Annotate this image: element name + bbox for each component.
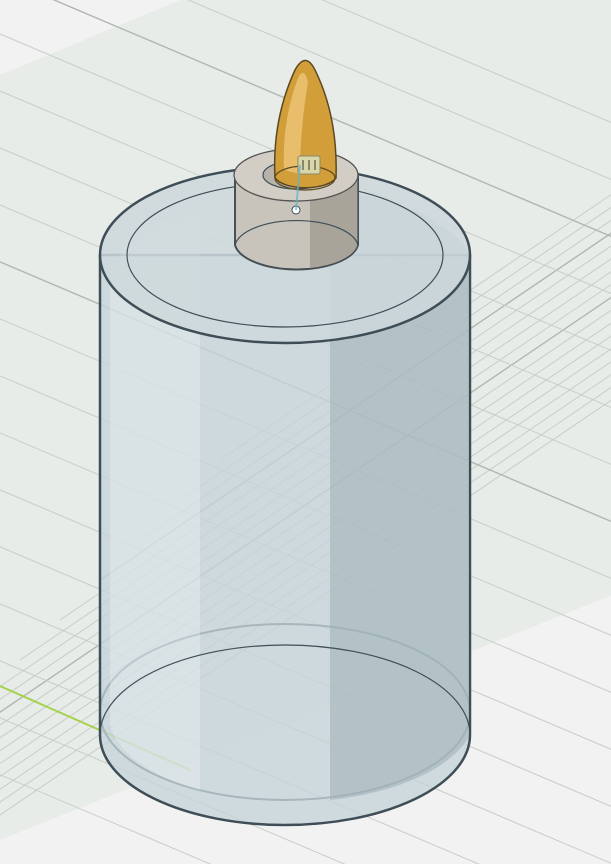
cad-viewport[interactable]	[0, 0, 611, 864]
tip-label-patch	[298, 156, 320, 174]
3d-scene[interactable]	[0, 0, 611, 864]
